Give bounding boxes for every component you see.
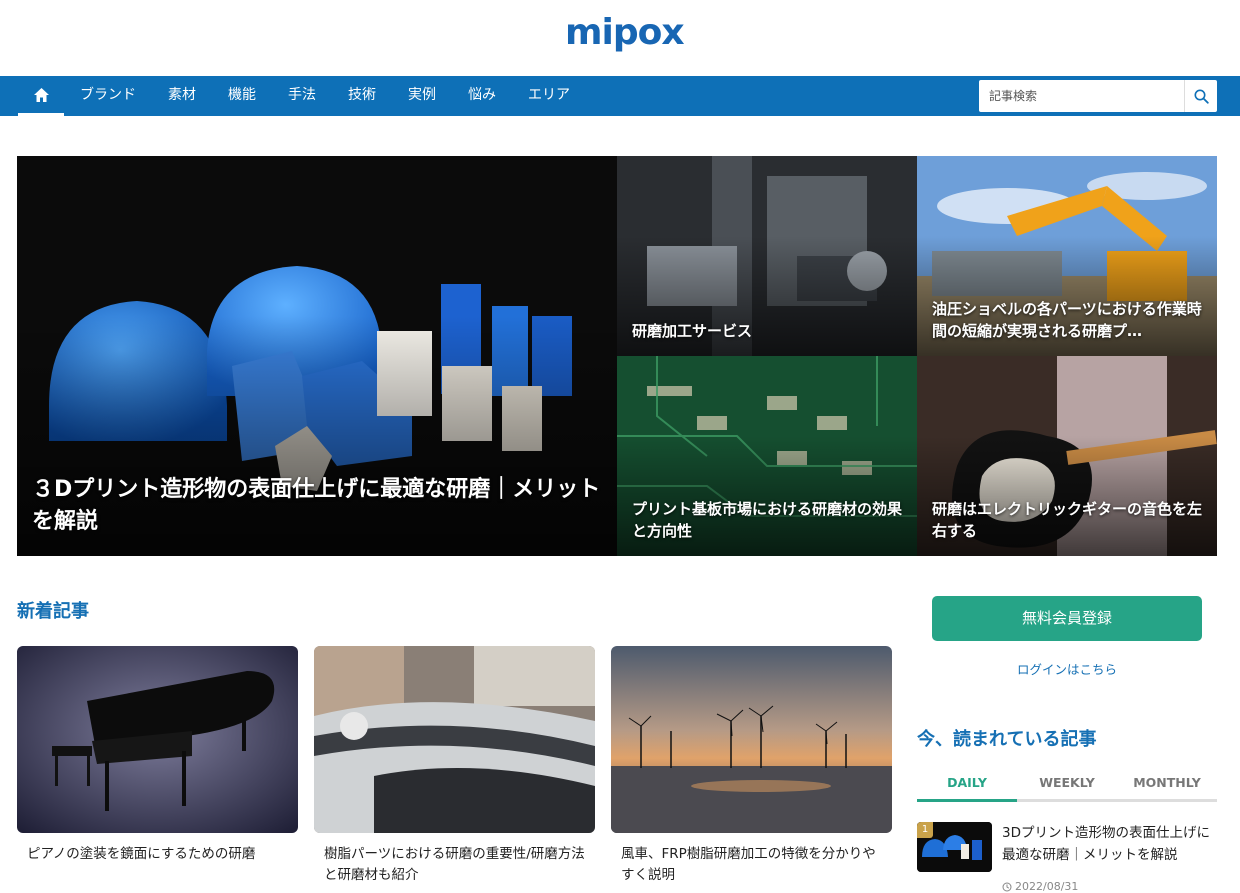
article-card-title: 樹脂パーツにおける研磨の重要性/研磨方法と研磨材も紹介 <box>324 846 585 883</box>
tab-daily[interactable]: DAILY <box>917 770 1017 802</box>
wind-turbine-image <box>611 646 892 833</box>
ranking-thumbnail[interactable]: 1 <box>917 822 992 872</box>
piano-image <box>17 646 298 833</box>
article-card-image <box>314 646 595 833</box>
search-icon <box>1194 89 1209 104</box>
hero-tile-title: 油圧ショベルの各パーツにおける作業時間の短縮が実現される研磨プ… <box>932 300 1202 340</box>
hero-tile-pcb[interactable]: プリント基板市場における研磨材の効果と方向性 <box>617 356 917 556</box>
hero-tile-guitar[interactable]: 研磨はエレクトリックギターの音色を左右する <box>917 356 1217 556</box>
hero-tile-polishing-service[interactable]: 研磨加工サービス <box>617 156 917 356</box>
ranking-article-date: 2022/08/31 <box>1002 880 1078 893</box>
search-button[interactable] <box>1184 80 1217 112</box>
nav-item-concern[interactable]: 悩み <box>452 76 512 116</box>
hero-tile-excavator[interactable]: 油圧ショベルの各パーツにおける作業時間の短縮が実現される研磨プ… <box>917 156 1217 356</box>
hero-tile-title: プリント基板市場における研磨材の効果と方向性 <box>632 500 903 540</box>
search-input[interactable] <box>979 80 1183 112</box>
article-card-title: ピアノの塗装を鏡面にするための研磨 <box>27 846 256 862</box>
hero-tile-title: 研磨はエレクトリックギターの音色を左右する <box>932 500 1203 540</box>
article-card-image <box>611 646 892 833</box>
ranking-article-title[interactable]: 3Dプリント造形物の表面仕上げに最適な研磨｜メリットを解説 <box>1002 822 1217 866</box>
hero-main-article[interactable]: ３Dプリント造形物の表面仕上げに最適な研磨｜メリットを解説 <box>17 156 617 556</box>
nav-item-function[interactable]: 機能 <box>212 76 272 116</box>
home-icon <box>33 87 49 102</box>
nav-home-button[interactable] <box>18 76 64 116</box>
clock-icon <box>1002 882 1012 891</box>
nav-items: ブランド 素材 機能 手法 技術 実例 悩み エリア <box>64 76 586 116</box>
site-header: mipox <box>0 0 1240 76</box>
article-card-title: 風車、FRP樹脂研磨加工の特徴を分かりやすく説明 <box>621 846 876 883</box>
popular-articles-heading: 今、読まれている記事 <box>917 729 1097 750</box>
nav-item-material[interactable]: 素材 <box>152 76 212 116</box>
login-link[interactable]: ログインはこちら <box>932 659 1202 678</box>
ranking-date-text: 2022/08/31 <box>1015 880 1079 893</box>
free-signup-button[interactable]: 無料会員登録 <box>932 596 1202 641</box>
article-card-image <box>17 646 298 833</box>
site-logo[interactable]: mipox <box>565 12 685 53</box>
hero-tile-title: 研磨加工サービス <box>632 322 753 340</box>
ranking-number-badge: 1 <box>917 822 933 838</box>
nav-item-area[interactable]: エリア <box>512 76 586 116</box>
ranking-tabs: DAILY WEEKLY MONTHLY <box>917 770 1217 802</box>
hero-main-title: ３Dプリント造形物の表面仕上げに最適な研磨｜メリットを解説 <box>32 477 601 534</box>
nav-item-brand[interactable]: ブランド <box>64 76 152 116</box>
tab-weekly[interactable]: WEEKLY <box>1017 770 1117 799</box>
search-box <box>979 80 1217 112</box>
nav-item-method[interactable]: 手法 <box>272 76 332 116</box>
new-articles-heading: 新着記事 <box>17 601 89 622</box>
nav-item-technology[interactable]: 技術 <box>332 76 392 116</box>
car-image <box>314 646 595 833</box>
nav-item-case[interactable]: 実例 <box>392 76 452 116</box>
tab-monthly[interactable]: MONTHLY <box>1117 770 1217 799</box>
